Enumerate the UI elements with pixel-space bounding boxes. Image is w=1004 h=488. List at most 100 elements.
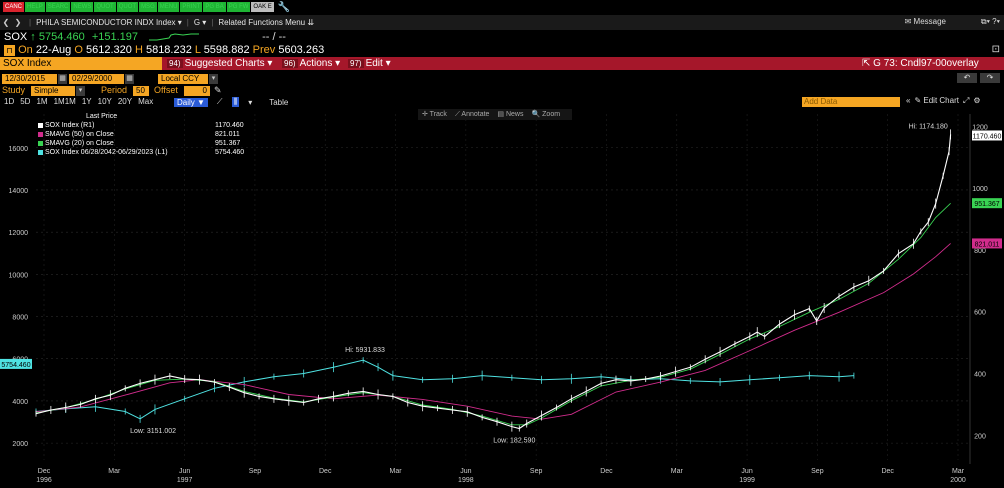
last-price: 5754.460	[38, 31, 85, 43]
period-5d[interactable]: 5D	[20, 97, 30, 106]
legend-swatch	[38, 150, 43, 155]
period-max[interactable]: Max	[138, 97, 153, 106]
candle-icon[interactable]: ⫼	[231, 97, 240, 107]
g-menu[interactable]: G ▾	[194, 18, 206, 27]
chart-annotation: Hi: 1174.180	[909, 123, 948, 130]
legend-row[interactable]: SMAVG (20) on Close 951.367	[38, 139, 244, 148]
start-date-field[interactable]: 12/30/2015	[2, 74, 57, 84]
add-data-input[interactable]: Add Data	[802, 97, 900, 107]
series-line-smavg-20	[35, 202, 951, 426]
right-axis-tick: 600	[974, 310, 986, 317]
message-button[interactable]: ✉ Message	[905, 17, 946, 26]
offset-label: Offset	[154, 85, 178, 95]
chevron-down-icon[interactable]: ▾	[76, 86, 85, 96]
edit-button[interactable]: 97) Edit ▾	[348, 57, 391, 70]
function-key-menu[interactable]: MENU	[157, 2, 180, 12]
chart-id-button[interactable]: ⇱ G 73: Cndl97-00overlay	[862, 57, 979, 70]
left-axis-tick: 16000	[9, 146, 29, 153]
function-key-print[interactable]: PRINT	[180, 2, 203, 12]
offset-field[interactable]: 0	[184, 86, 210, 96]
function-key-pg-ba[interactable]: PG BA	[203, 2, 226, 12]
chart-annotation: Hi: 5931.833	[345, 347, 385, 354]
menu-divider: |	[211, 18, 214, 27]
function-key-msg[interactable]: MSG	[139, 2, 157, 12]
edit-chart-button[interactable]: ✎ Edit Chart	[914, 96, 959, 106]
legend-row[interactable]: SOX Index 06/28/2042-06/29/2023 (L1) 5754…	[38, 148, 244, 157]
x-axis-month: Jun	[179, 468, 190, 475]
period-1m1m[interactable]: 1M1M	[54, 97, 76, 106]
chevron-down-icon[interactable]: ▾	[248, 98, 252, 107]
forward-arrow-icon[interactable]: ❯	[12, 18, 24, 27]
function-key-quot[interactable]: QUOT	[94, 2, 116, 12]
collapse-icon[interactable]: «	[906, 96, 910, 106]
chevron-down-icon[interactable]: ▾	[209, 74, 218, 84]
legend-value: 821.011	[215, 131, 240, 138]
price-chart[interactable]: 2000400060008000100001200014000160002004…	[0, 108, 1004, 488]
legend-rows: SOX Index (R1) 1170.460 SMAVG (50) on Clos…	[38, 121, 244, 157]
menu-divider: |	[186, 18, 189, 27]
function-key-canc[interactable]: CANC	[3, 2, 25, 12]
tool-track[interactable]: ✛ Track	[422, 111, 447, 118]
legend-value: 951.367	[215, 140, 241, 147]
x-axis-year: 2000	[950, 477, 966, 484]
left-axis-tick: 8000	[12, 315, 28, 322]
undo-icon[interactable]: ↶	[957, 73, 977, 83]
suggested-charts-button[interactable]: 94) Suggested Charts ▾	[167, 57, 272, 70]
calendar-icon[interactable]: ▦	[125, 74, 134, 84]
series-line-smavg-50	[35, 243, 951, 420]
legend-row[interactable]: SMAVG (50) on Close 821.011	[38, 130, 244, 139]
period-20y[interactable]: 20Y	[118, 97, 132, 106]
window-controls[interactable]: ⧉▾ ?▾	[981, 17, 1000, 27]
legend-value: 5754.460	[215, 149, 245, 156]
function-key-help[interactable]: HELP	[25, 2, 45, 12]
period-field[interactable]: 50	[133, 86, 149, 96]
x-axis-year: 1997	[177, 477, 193, 484]
function-key-oak-e[interactable]: OAK E	[251, 2, 274, 12]
period-1m[interactable]: 1M	[36, 97, 47, 106]
open-price: 5612.320	[85, 44, 132, 56]
chart-annotation: Low: 3151.002	[130, 428, 176, 435]
frequency-select[interactable]: Daily ▼	[174, 97, 208, 107]
function-key-news[interactable]: NEWS	[71, 2, 94, 12]
chart-edit-controls: « ✎ Edit Chart ⤢ ⚙	[906, 96, 981, 106]
currency-select[interactable]: Local CCY	[158, 74, 208, 84]
security-menu[interactable]: PHILA SEMICONDUCTOR INDX Index ▾	[36, 18, 182, 27]
layout-icon[interactable]: ⊡	[992, 44, 1000, 55]
pencil-icon[interactable]: ✎	[214, 85, 222, 96]
prev-price: 5603.263	[278, 44, 325, 56]
legend-swatch	[38, 123, 43, 128]
function-key-searc[interactable]: SEARC	[45, 2, 71, 12]
legend-name: SMAVG (20) on Close	[45, 140, 114, 147]
tool-annotate[interactable]: ⟋ Annotate	[455, 111, 489, 118]
function-key-pg-fw[interactable]: PG FW	[226, 2, 251, 12]
table-button[interactable]: Table	[269, 98, 288, 107]
wrench-icon[interactable]: 🔧	[278, 2, 290, 13]
tool-zoom[interactable]: 🔍 Zoom	[531, 111, 560, 118]
back-arrow-icon[interactable]: ❮	[0, 18, 12, 27]
function-key-quot[interactable]: QUOT	[116, 2, 139, 12]
right-axis-tick: 1000	[972, 186, 988, 193]
right-axis-tick: 200	[974, 433, 986, 440]
x-axis-month: Dec	[600, 468, 613, 475]
x-axis-month: Sep	[811, 468, 824, 475]
line-chart-icon[interactable]: ⟋	[217, 97, 223, 107]
actions-button[interactable]: 96) Actions ▾	[282, 57, 340, 70]
period-1d[interactable]: 1D	[4, 97, 14, 106]
calendar-icon[interactable]: ▦	[58, 74, 67, 84]
expand-icon[interactable]: ⤢	[963, 96, 969, 106]
gear-icon[interactable]: ⚙	[973, 96, 980, 106]
related-functions-menu[interactable]: Related Functions Menu ⇊	[218, 18, 314, 27]
security-name-field[interactable]: SOX Index	[0, 57, 162, 70]
study-select[interactable]: Simple MA	[31, 86, 75, 105]
period-10y[interactable]: 10Y	[98, 97, 112, 106]
period-label: Period	[101, 85, 128, 95]
study-label: Study	[2, 85, 26, 95]
redo-icon[interactable]: ↷	[980, 73, 1000, 83]
x-axis-month: Jun	[741, 468, 752, 475]
period-1y[interactable]: 1Y	[82, 97, 92, 106]
end-date-field[interactable]: 02/29/2000	[69, 74, 124, 84]
legend-row[interactable]: SOX Index (R1) 1170.460	[38, 121, 244, 130]
price-tag-label: 951.367	[974, 201, 999, 208]
exchange-icon: ⊓	[4, 44, 15, 56]
tool-news[interactable]: ▤ News	[497, 111, 523, 118]
